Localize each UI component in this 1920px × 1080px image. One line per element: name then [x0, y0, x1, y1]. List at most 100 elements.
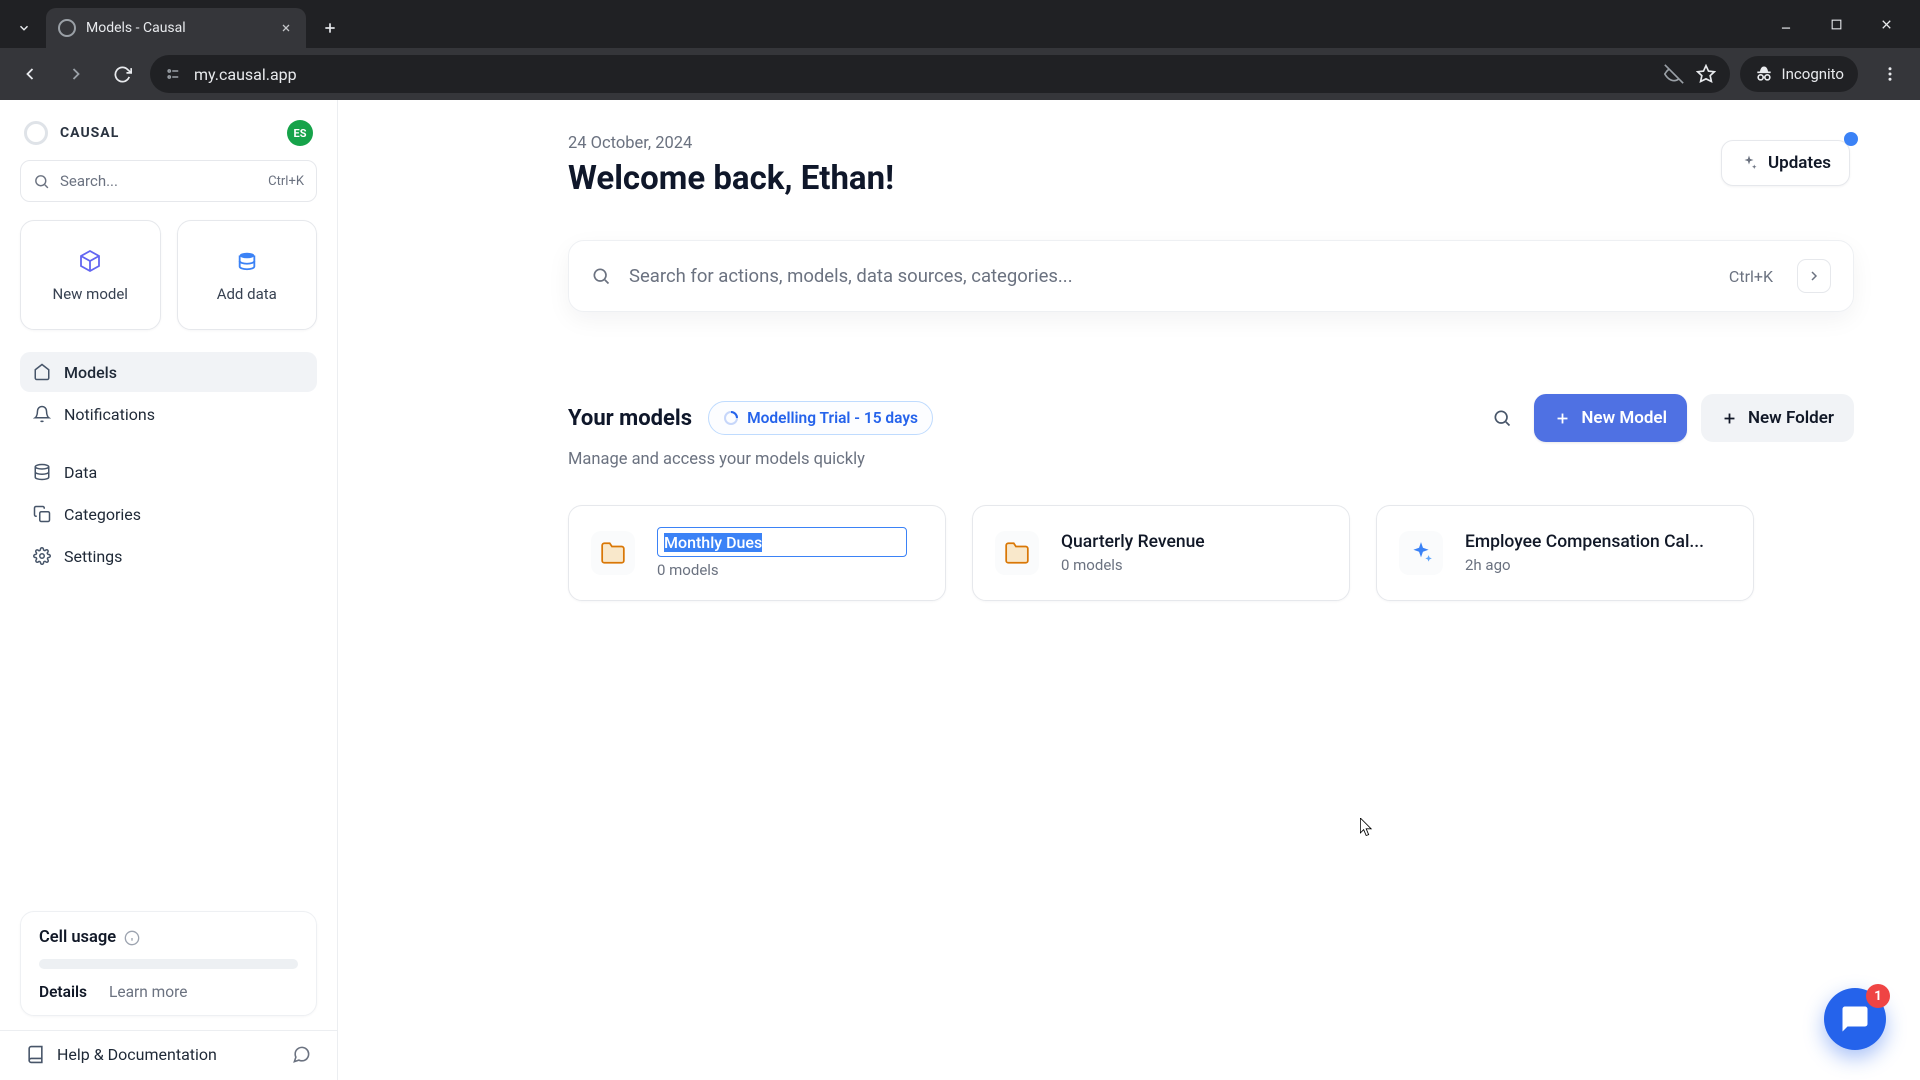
- incognito-indicator[interactable]: Incognito: [1740, 56, 1858, 92]
- eye-off-icon[interactable]: [1664, 64, 1684, 84]
- folder-card[interactable]: Quarterly Revenue 0 models: [972, 505, 1350, 601]
- book-icon: [26, 1045, 45, 1064]
- nav-data-label: Data: [64, 463, 97, 482]
- model-card[interactable]: Employee Compensation Cal... 2h ago: [1376, 505, 1754, 601]
- trial-badge[interactable]: Modelling Trial - 15 days: [708, 401, 933, 435]
- nav-settings-label: Settings: [64, 547, 122, 566]
- cell-usage-box: Cell usage Details Learn more: [20, 911, 317, 1016]
- brand-logo: [24, 121, 48, 145]
- close-window-button[interactable]: [1872, 10, 1900, 38]
- folder-icon: [995, 531, 1039, 575]
- usage-details-link[interactable]: Details: [39, 983, 87, 1001]
- brand-name: CAUSAL: [60, 125, 119, 141]
- tab-close-icon[interactable]: [278, 20, 294, 36]
- new-folder-button[interactable]: New Folder: [1701, 394, 1854, 442]
- support-chat-bubble[interactable]: 1: [1824, 988, 1886, 1050]
- nav-notifications[interactable]: Notifications: [20, 394, 317, 434]
- chat-icon[interactable]: [292, 1045, 311, 1064]
- maximize-button[interactable]: [1822, 10, 1850, 38]
- home-icon: [32, 362, 52, 382]
- new-model-button[interactable]: New Model: [1534, 394, 1687, 442]
- updates-notification-dot: [1844, 132, 1858, 146]
- sidebar-search-placeholder: Search...: [60, 172, 118, 190]
- updates-button[interactable]: Updates: [1721, 140, 1850, 186]
- bell-icon: [32, 404, 52, 424]
- nav-settings[interactable]: Settings: [20, 536, 317, 576]
- brand-row: CAUSAL ES: [20, 116, 317, 160]
- database-outline-icon: [32, 462, 52, 482]
- cube-icon: [76, 247, 104, 275]
- models-card-row: 0 models Quarterly Revenue 0 models Empl…: [568, 505, 1854, 601]
- new-folder-button-label: New Folder: [1748, 408, 1834, 428]
- folder-card-sub: 0 models: [1061, 556, 1327, 574]
- nav-categories-label: Categories: [64, 505, 141, 524]
- reload-button[interactable]: [104, 56, 140, 92]
- search-go-button[interactable]: [1797, 259, 1831, 293]
- tab-search-dropdown[interactable]: [10, 14, 38, 42]
- folder-card[interactable]: 0 models: [568, 505, 946, 601]
- updates-label: Updates: [1768, 153, 1831, 173]
- browser-chrome: Models - Causal my.causal.app Incogni: [0, 0, 1920, 100]
- add-data-label: Add data: [217, 285, 277, 303]
- incognito-label: Incognito: [1782, 65, 1844, 83]
- minimize-button[interactable]: [1772, 10, 1800, 38]
- bookmark-star-icon[interactable]: [1696, 64, 1716, 84]
- folder-rename-input[interactable]: [657, 527, 907, 557]
- nav-data[interactable]: Data: [20, 452, 317, 492]
- sparkle-icon: [1740, 154, 1758, 172]
- spinner-icon: [723, 410, 739, 426]
- folder-icon: [591, 531, 635, 575]
- browser-tab[interactable]: Models - Causal: [46, 8, 306, 48]
- plus-icon: [1554, 410, 1571, 427]
- sidebar-search[interactable]: Search... Ctrl+K: [20, 160, 317, 202]
- folder-card-sub: 0 models: [657, 561, 923, 579]
- model-card-sub: 2h ago: [1465, 556, 1731, 574]
- mouse-cursor: [1360, 818, 1374, 838]
- info-icon[interactable]: [124, 930, 140, 946]
- welcome-heading: Welcome back, Ethan!: [568, 159, 1854, 198]
- copy-icon: [32, 504, 52, 524]
- sidebar-nav: Models Notifications Data Categories Set…: [20, 352, 317, 576]
- search-icon: [33, 173, 50, 190]
- site-info-icon[interactable]: [164, 65, 182, 83]
- usage-learn-link[interactable]: Learn more: [109, 983, 187, 1001]
- new-tab-button[interactable]: [314, 12, 346, 44]
- global-search[interactable]: Search for actions, models, data sources…: [568, 240, 1854, 312]
- global-search-placeholder: Search for actions, models, data sources…: [629, 265, 1073, 287]
- sidebar: CAUSAL ES Search... Ctrl+K New model Add…: [0, 100, 338, 1080]
- header-date: 24 October, 2024: [568, 134, 1854, 153]
- search-icon: [591, 266, 611, 286]
- nav-notifications-label: Notifications: [64, 405, 155, 424]
- sidebar-search-shortcut: Ctrl+K: [268, 174, 304, 189]
- trial-label: Modelling Trial - 15 days: [747, 409, 918, 427]
- tab-title: Models - Causal: [86, 20, 268, 36]
- browser-toolbar: my.causal.app Incognito: [0, 48, 1920, 100]
- gear-icon: [32, 546, 52, 566]
- nav-categories[interactable]: Categories: [20, 494, 317, 534]
- tab-strip: Models - Causal: [0, 0, 1920, 48]
- help-row[interactable]: Help & Documentation: [0, 1030, 337, 1068]
- main-content: 24 October, 2024 Welcome back, Ethan! Up…: [338, 100, 1920, 1080]
- incognito-icon: [1754, 64, 1774, 84]
- chat-badge: 1: [1866, 984, 1890, 1008]
- sparkle-model-icon: [1399, 531, 1443, 575]
- folder-card-title: Quarterly Revenue: [1061, 532, 1327, 552]
- url-text: my.causal.app: [194, 65, 1652, 84]
- address-bar[interactable]: my.causal.app: [150, 55, 1730, 93]
- database-icon: [233, 247, 261, 275]
- models-header: Your models Modelling Trial - 15 days Ne…: [568, 394, 1854, 442]
- back-button[interactable]: [12, 56, 48, 92]
- browser-menu-button[interactable]: [1872, 56, 1908, 92]
- new-model-card[interactable]: New model: [20, 220, 161, 330]
- forward-button[interactable]: [58, 56, 94, 92]
- user-avatar-badge[interactable]: ES: [287, 120, 313, 146]
- models-search-button[interactable]: [1484, 400, 1520, 436]
- nav-models-label: Models: [64, 363, 117, 382]
- models-subtitle: Manage and access your models quickly: [568, 450, 1854, 469]
- add-data-card[interactable]: Add data: [177, 220, 318, 330]
- usage-progress-bar: [39, 959, 298, 969]
- global-search-shortcut: Ctrl+K: [1729, 267, 1773, 286]
- plus-icon: [1721, 410, 1738, 427]
- model-card-title: Employee Compensation Cal...: [1465, 532, 1731, 552]
- nav-models[interactable]: Models: [20, 352, 317, 392]
